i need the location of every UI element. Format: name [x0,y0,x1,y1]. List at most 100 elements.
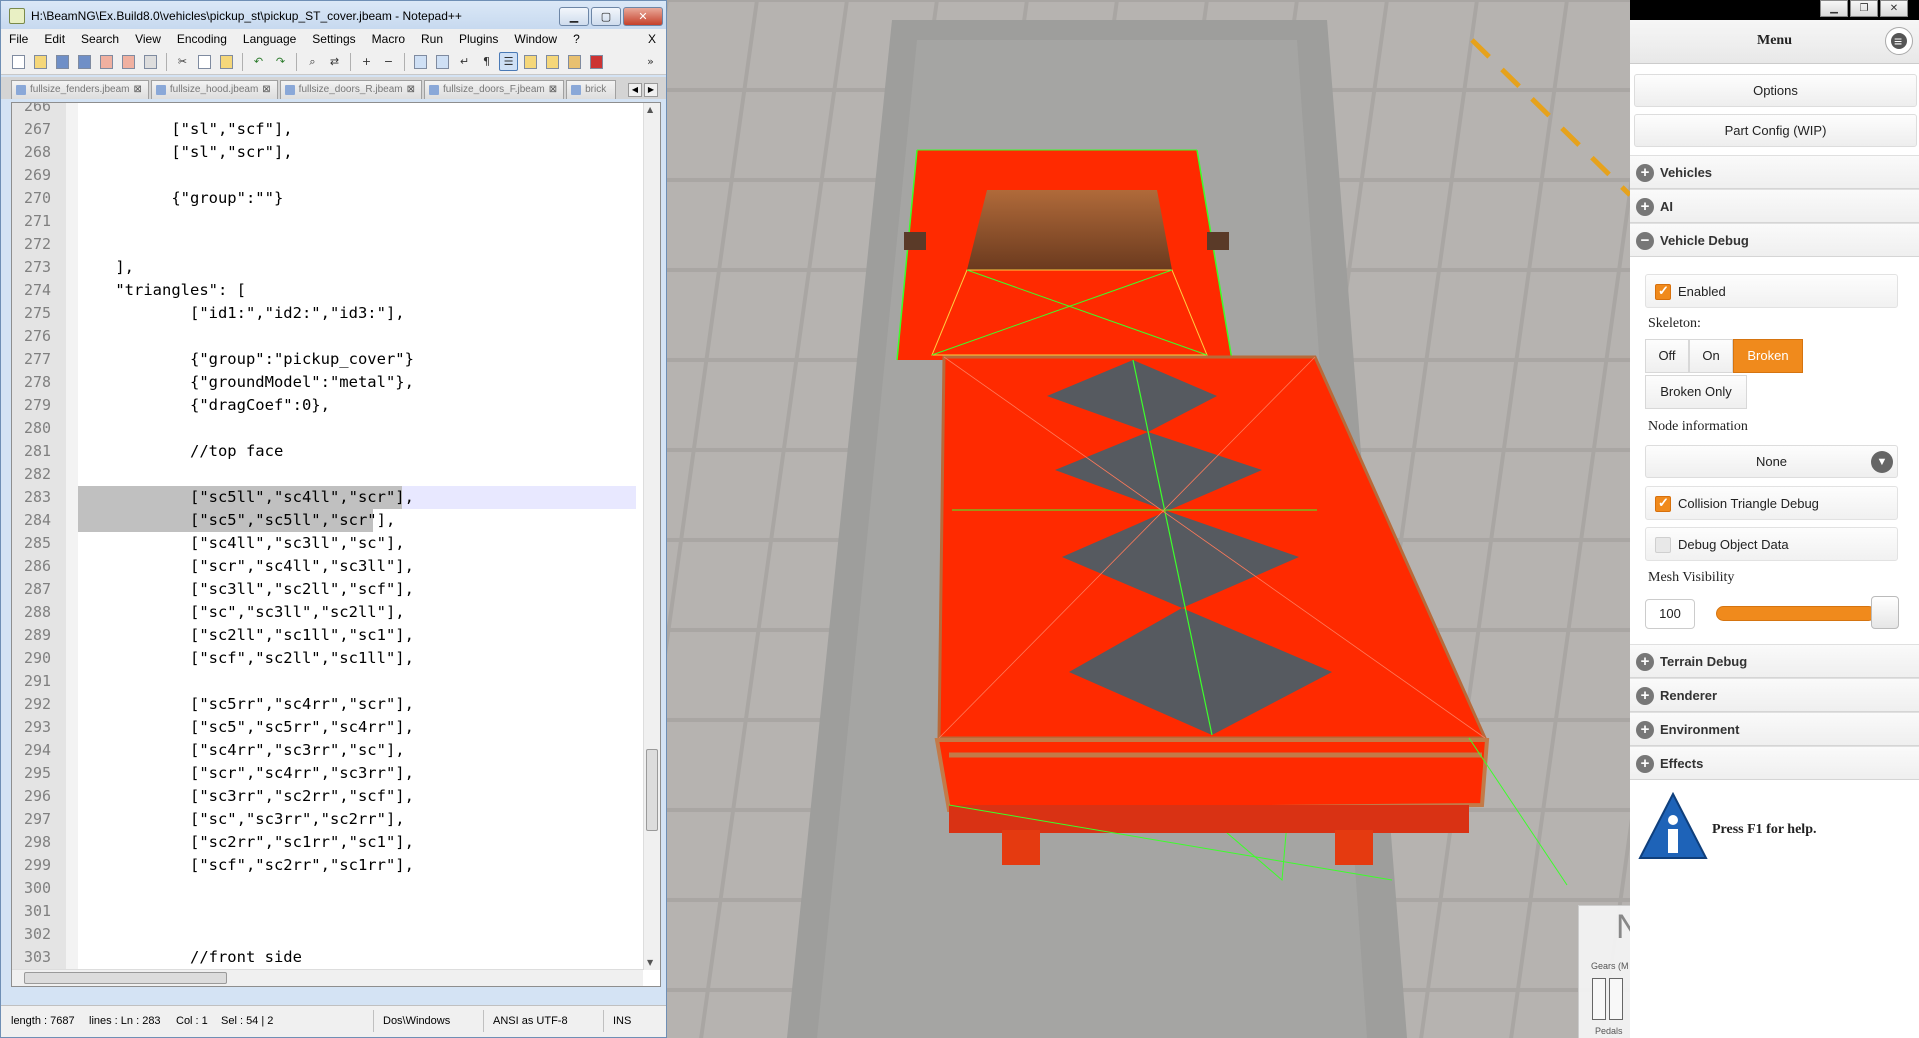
code-line[interactable]: 287 ["sc3ll","sc2ll","scf"], [24,578,636,601]
code-line[interactable]: 294 ["sc4rr","sc3rr","sc"], [24,739,636,762]
redo-icon[interactable]: ↷ [271,52,290,71]
collision-triangle-checkbox[interactable] [1655,495,1671,512]
new-file-icon[interactable] [9,52,28,71]
close-document-button[interactable]: X [648,32,666,46]
tab-close-icon[interactable]: ⊠ [262,84,270,95]
word-wrap-icon[interactable]: ↵ [455,52,474,71]
skeleton-off-button[interactable]: Off [1645,339,1689,373]
tab-brick[interactable]: brick [566,80,617,99]
scroll-up-icon[interactable]: ▲ [647,105,657,115]
close-file-icon[interactable] [97,52,116,71]
copy-icon[interactable] [195,52,214,71]
collision-triangle-row[interactable]: Collision Triangle Debug [1645,486,1898,520]
close-button[interactable]: ✕ [623,7,663,26]
tab-scroll-right-icon[interactable]: ▶ [644,83,658,97]
scroll-down-icon[interactable]: ▼ [647,958,657,968]
code-line[interactable]: 285 ["sc4ll","sc3ll","sc"], [24,532,636,555]
section-effects[interactable]: + Effects [1630,746,1919,780]
mesh-visibility-input[interactable]: 100 [1645,599,1695,629]
code-line[interactable]: 281 //top face [24,440,636,463]
slider-handle[interactable] [1871,596,1899,629]
h-scroll-thumb[interactable] [24,972,227,984]
code-line[interactable]: 301 [24,900,636,923]
section-vehicle-debug[interactable]: − Vehicle Debug [1630,223,1919,257]
open-file-icon[interactable] [31,52,50,71]
toolbar-overflow-icon[interactable]: » [641,52,660,71]
menu-encoding[interactable]: Encoding [169,32,235,46]
sync-scroll-icon[interactable] [411,52,430,71]
horizontal-scrollbar[interactable] [12,969,643,986]
part-config-button[interactable]: Part Config (WIP) [1634,114,1917,147]
broken-only-button[interactable]: Broken Only [1645,375,1747,409]
code-line[interactable]: 268 ["sl","scr"], [24,141,636,164]
section-ai[interactable]: + AI [1630,189,1919,223]
show-all-chars-icon[interactable]: ¶ [477,52,496,71]
section-renderer[interactable]: + Renderer [1630,678,1919,712]
language-icon[interactable] [521,52,540,71]
code-line[interactable]: 280 [24,417,636,440]
save-all-icon[interactable] [75,52,94,71]
code-line[interactable]: 275 ["id1:","id2:","id3:"], [24,302,636,325]
code-line[interactable]: 274 "triangles": [ [24,279,636,302]
debug-object-row[interactable]: Debug Object Data [1645,527,1898,561]
section-terrain-debug[interactable]: + Terrain Debug [1630,644,1919,678]
menu-window[interactable]: Window [506,32,565,46]
code-line[interactable]: 292 ["sc5rr","sc4rr","scr"], [24,693,636,716]
find-icon[interactable]: ⌕ [303,52,322,71]
code-line[interactable]: 296 ["sc3rr","sc2rr","scf"], [24,785,636,808]
code-line[interactable]: 291 [24,670,636,693]
menu-macro[interactable]: Macro [364,32,413,46]
skeleton-on-button[interactable]: On [1689,339,1733,373]
section-vehicles[interactable]: + Vehicles [1630,155,1919,189]
code-line[interactable]: 300 [24,877,636,900]
code-area[interactable]: 266 267 ["sl","scf"], 268 ["sl","scr"], 269… [24,103,636,986]
tab-close-icon[interactable]: ⊠ [549,84,557,95]
undo-icon[interactable]: ↶ [249,52,268,71]
game-restore-button[interactable]: ❐ [1850,0,1878,17]
code-line[interactable]: 299 ["scf","sc2rr","sc1rr"], [24,854,636,877]
code-line[interactable]: 293 ["sc5","sc5rr","sc4rr"], [24,716,636,739]
code-line[interactable]: 277 {"group":"pickup_cover"} [24,348,636,371]
options-button[interactable]: Options [1634,74,1917,107]
code-line[interactable]: 269 [24,164,636,187]
code-line[interactable]: 295 ["scr","sc4rr","sc3rr"], [24,762,636,785]
code-line[interactable]: 298 ["sc2rr","sc1rr","sc1"], [24,831,636,854]
code-line[interactable]: 286 ["scr","sc4ll","sc3ll"], [24,555,636,578]
save-icon[interactable] [53,52,72,71]
tab-close-icon[interactable]: ⊠ [134,84,142,95]
menu-plugins[interactable]: Plugins [451,32,506,46]
menu-search[interactable]: Search [73,32,127,46]
vertical-scrollbar[interactable]: ▲ ▼ [643,103,660,970]
menu-view[interactable]: View [127,32,169,46]
enabled-checkbox-row[interactable]: Enabled [1645,274,1898,308]
code-line[interactable]: 276 [24,325,636,348]
macro-record-icon[interactable] [587,52,606,71]
minimize-button[interactable]: ▁ [559,7,589,26]
code-line[interactable]: 288 ["sc","sc3ll","sc2ll"], [24,601,636,624]
code-line[interactable]: 279 {"dragCoef":0}, [24,394,636,417]
tab-fullsize-hood[interactable]: fullsize_hood.jbeam ⊠ [150,80,278,99]
code-line[interactable]: 272 [24,233,636,256]
print-icon[interactable] [141,52,160,71]
code-line[interactable]: 303 //front side [24,946,636,969]
code-line[interactable]: 302 [24,923,636,946]
code-line[interactable]: 284 ["sc5","sc5ll","scr"], [24,509,636,532]
debug-object-checkbox[interactable] [1655,537,1671,553]
function-list-icon[interactable] [565,52,584,71]
node-info-dropdown[interactable]: None ▼ [1645,445,1898,478]
menu-file[interactable]: File [1,32,36,46]
menu-settings[interactable]: Settings [304,32,363,46]
tab-fullsize-doors-r[interactable]: fullsize_doors_R.jbeam ⊠ [279,80,423,99]
cut-icon[interactable]: ✂ [173,52,192,71]
zoom-out-icon[interactable]: − [379,52,398,71]
code-line[interactable]: 297 ["sc","sc3rr","sc2rr"], [24,808,636,831]
tab-fullsize-fenders[interactable]: fullsize_fenders.jbeam ⊠ [11,80,149,99]
code-line[interactable]: 273 ], [24,256,636,279]
paste-icon[interactable] [217,52,236,71]
code-line[interactable]: 271 [24,210,636,233]
code-line[interactable]: 283 ["sc5ll","sc4ll","scr"], [24,486,636,509]
hamburger-menu-icon[interactable] [1885,27,1913,55]
zoom-in-icon[interactable]: + [357,52,376,71]
menu-language[interactable]: Language [235,32,304,46]
tab-fullsize-doors-f[interactable]: fullsize_doors_F.jbeam ⊠ [424,80,565,99]
